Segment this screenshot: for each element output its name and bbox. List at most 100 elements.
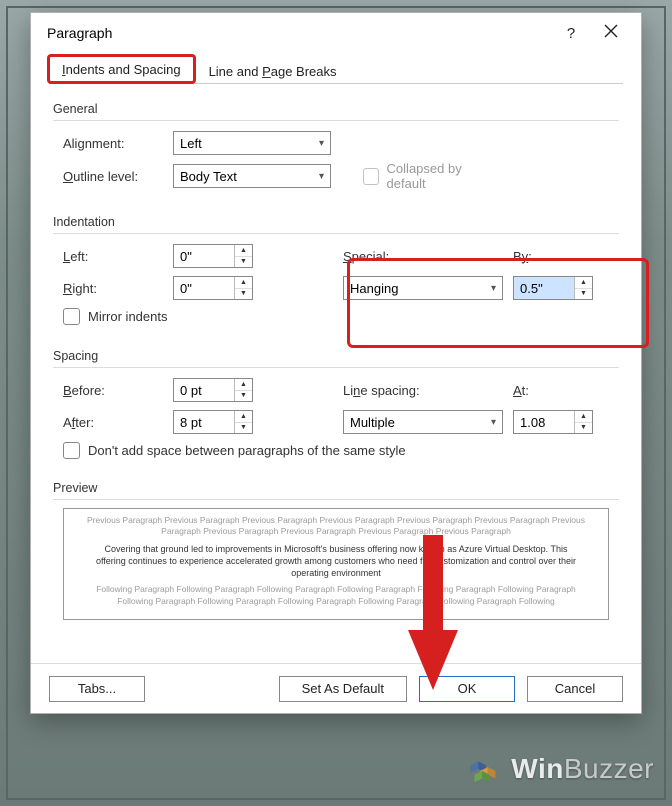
spinner-controls[interactable]: ▲▼ (234, 245, 252, 267)
group-spacing-label: Spacing (53, 349, 619, 363)
by-spinner[interactable]: 0.5" ▲▼ (513, 276, 593, 300)
at-label: At: (513, 383, 593, 398)
alignment-value: Left (180, 136, 202, 151)
spinner-controls[interactable]: ▲▼ (574, 411, 592, 433)
button-bar: Tabs... Set As Default OK Cancel (31, 663, 641, 713)
at-value: 1.08 (514, 411, 574, 433)
paragraph-dialog: Paragraph ? Indents and Spacing Line and… (30, 12, 642, 714)
outline-select[interactable]: Body Text ▾ (173, 164, 331, 188)
down-icon: ▼ (235, 423, 252, 434)
row-indent-right: Right: 0" ▲▼ Hanging ▾ 0.5" ▲▼ (63, 274, 619, 302)
watermark-logo-icon (465, 750, 503, 788)
after-value: 8 pt (174, 411, 234, 433)
set-default-label: Set As Default (302, 681, 384, 696)
watermark-text: WinBuzzer (511, 753, 654, 785)
cancel-label: Cancel (555, 681, 595, 696)
ok-label: OK (458, 681, 477, 696)
up-icon: ▲ (235, 411, 252, 423)
group-preview-label: Preview (53, 481, 619, 495)
mirror-row: Mirror indents (63, 308, 619, 325)
noadd-checkbox[interactable] (63, 442, 80, 459)
tab-label: Line and Page Breaks (209, 64, 337, 79)
cancel-button[interactable]: Cancel (527, 676, 623, 702)
by-label: By: (513, 249, 593, 264)
special-label: Special: (343, 249, 513, 264)
at-spinner[interactable]: 1.08 ▲▼ (513, 410, 593, 434)
group-indent-label: Indentation (53, 215, 619, 229)
alignment-label: Alignment: (63, 136, 173, 151)
preview-prev-text: Previous Paragraph Previous Paragraph Pr… (82, 515, 590, 538)
indent-right-label: Right: (63, 281, 173, 296)
after-spinner[interactable]: 8 pt ▲▼ (173, 410, 253, 434)
row-indent-left: Left: 0" ▲▼ Special: By: (63, 242, 619, 270)
help-button[interactable]: ? (551, 17, 591, 49)
spinner-controls[interactable]: ▲▼ (234, 379, 252, 401)
indent-right-value: 0" (174, 277, 234, 299)
down-icon: ▼ (235, 391, 252, 402)
chevron-down-icon: ▾ (319, 171, 324, 182)
chevron-down-icon: ▾ (491, 283, 496, 294)
collapsed-row: Collapsed by default (363, 161, 493, 191)
line-spacing-value: Multiple (350, 415, 395, 430)
indent-left-spinner[interactable]: 0" ▲▼ (173, 244, 253, 268)
line-spacing-select[interactable]: Multiple ▾ (343, 410, 503, 434)
up-icon: ▲ (575, 411, 592, 423)
alignment-select[interactable]: Left ▾ (173, 131, 331, 155)
tab-line-page-breaks[interactable]: Line and Page Breaks (196, 58, 350, 83)
noadd-label: Don't add space between paragraphs of th… (88, 443, 406, 458)
close-button[interactable] (591, 17, 631, 49)
line-spacing-label: Line spacing: (343, 383, 513, 398)
chevron-down-icon: ▾ (319, 138, 324, 149)
close-icon (604, 24, 618, 42)
set-default-button[interactable]: Set As Default (279, 676, 407, 702)
outline-label: Outline level: (63, 169, 173, 184)
down-icon: ▼ (235, 289, 252, 300)
mirror-label: Mirror indents (88, 309, 167, 324)
down-icon: ▼ (235, 257, 252, 268)
collapsed-label: Collapsed by default (387, 161, 493, 191)
tabs: Indents and Spacing Line and Page Breaks (31, 53, 641, 83)
by-value: 0.5" (514, 277, 574, 299)
dialog-content: General Alignment: Left ▾ Outline level:… (31, 84, 641, 630)
tab-label: Indents and Spacing (62, 62, 181, 77)
group-indent-rule (53, 233, 619, 234)
row-before: Before: 0 pt ▲▼ Line spacing: At: (63, 376, 619, 404)
tab-indents-spacing[interactable]: Indents and Spacing (47, 54, 196, 84)
tabs-button[interactable]: Tabs... (49, 676, 145, 702)
dialog-title: Paragraph (47, 25, 551, 41)
row-after: After: 8 pt ▲▼ Multiple ▾ 1.08 ▲▼ (63, 408, 619, 436)
ok-button[interactable]: OK (419, 676, 515, 702)
spinner-controls[interactable]: ▲▼ (574, 277, 592, 299)
preview-next-text: Following Paragraph Following Paragraph … (82, 584, 590, 607)
indent-left-value: 0" (174, 245, 234, 267)
collapsed-checkbox (363, 168, 379, 185)
tabs-button-label: Tabs... (78, 681, 116, 696)
row-alignment: Alignment: Left ▾ (63, 129, 619, 157)
before-spinner[interactable]: 0 pt ▲▼ (173, 378, 253, 402)
spinner-controls[interactable]: ▲▼ (234, 277, 252, 299)
special-select[interactable]: Hanging ▾ (343, 276, 503, 300)
special-value: Hanging (350, 281, 398, 296)
titlebar: Paragraph ? (31, 13, 641, 53)
up-icon: ▲ (235, 277, 252, 289)
up-icon: ▲ (235, 245, 252, 257)
spinner-controls[interactable]: ▲▼ (234, 411, 252, 433)
down-icon: ▼ (575, 289, 592, 300)
indent-left-label: Left: (63, 249, 173, 264)
before-label: Before: (63, 383, 173, 398)
group-general-label: General (53, 102, 619, 116)
group-spacing-rule (53, 367, 619, 368)
mirror-checkbox[interactable] (63, 308, 80, 325)
chevron-down-icon: ▾ (491, 417, 496, 428)
row-outline: Outline level: Body Text ▾ Collapsed by … (63, 161, 619, 189)
outline-value: Body Text (180, 169, 237, 184)
group-general-rule (53, 120, 619, 121)
watermark: WinBuzzer (465, 750, 654, 788)
up-icon: ▲ (575, 277, 592, 289)
indent-right-spinner[interactable]: 0" ▲▼ (173, 276, 253, 300)
preview-sample-text: Covering that ground led to improvements… (82, 538, 590, 584)
group-preview-rule (53, 499, 619, 500)
noadd-row: Don't add space between paragraphs of th… (63, 442, 619, 459)
after-label: After: (63, 415, 173, 430)
before-value: 0 pt (174, 379, 234, 401)
